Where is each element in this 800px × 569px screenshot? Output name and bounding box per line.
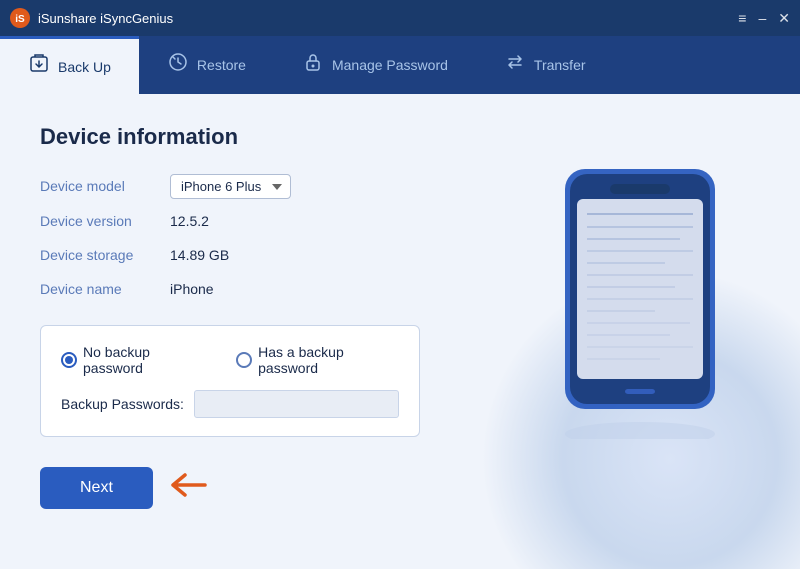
backup-icon — [28, 53, 50, 81]
has-password-radio[interactable] — [236, 352, 252, 368]
tab-password-label: Manage Password — [332, 57, 448, 73]
restore-icon — [167, 51, 189, 79]
password-icon — [302, 51, 324, 79]
device-storage-label: Device storage — [40, 243, 170, 267]
nav-tabs: Back Up Restore Manage Password Tra — [0, 36, 800, 94]
app-logo: iS — [10, 8, 30, 28]
tab-transfer[interactable]: Transfer — [476, 36, 614, 94]
tab-transfer-label: Transfer — [534, 57, 586, 73]
radio-row: No backup password Has a backup password — [61, 344, 399, 376]
device-model-label: Device model — [40, 174, 170, 199]
svg-text:iS: iS — [15, 14, 25, 25]
device-name-label: Device name — [40, 277, 170, 301]
has-password-label: Has a backup password — [258, 344, 399, 376]
password-box: No backup password Has a backup password… — [40, 325, 420, 437]
no-password-radio[interactable] — [61, 352, 77, 368]
password-field-label: Backup Passwords: — [61, 396, 184, 412]
close-icon[interactable]: ✕ — [778, 10, 790, 27]
phone-illustration — [535, 149, 745, 444]
has-password-option[interactable]: Has a backup password — [236, 344, 399, 376]
no-password-option[interactable]: No backup password — [61, 344, 206, 376]
menu-icon[interactable]: ≡ — [738, 10, 746, 27]
tab-restore-label: Restore — [197, 57, 246, 73]
next-button[interactable]: Next — [40, 467, 153, 509]
section-title: Device information — [40, 124, 760, 150]
no-password-label: No backup password — [83, 344, 206, 376]
device-model-dropdown[interactable]: iPhone 6 Plus iPhone 6 iPhone 6S iPhone … — [170, 174, 291, 199]
tab-backup-label: Back Up — [58, 59, 111, 75]
tab-backup[interactable]: Back Up — [0, 36, 139, 94]
backup-password-input[interactable] — [194, 390, 399, 418]
tab-manage-password[interactable]: Manage Password — [274, 36, 476, 94]
title-bar: iS iSunshare iSyncGenius ≡ – ✕ — [0, 0, 800, 36]
tab-restore[interactable]: Restore — [139, 36, 274, 94]
minimize-icon[interactable]: – — [758, 10, 766, 27]
device-version-label: Device version — [40, 209, 170, 233]
arrow-icon — [167, 471, 211, 506]
transfer-icon — [504, 51, 526, 79]
password-field-row: Backup Passwords: — [61, 390, 399, 418]
main-content: Device information Device model iPhone 6… — [0, 94, 800, 569]
app-title: iSunshare iSyncGenius — [38, 11, 738, 26]
window-controls[interactable]: ≡ – ✕ — [738, 10, 790, 27]
